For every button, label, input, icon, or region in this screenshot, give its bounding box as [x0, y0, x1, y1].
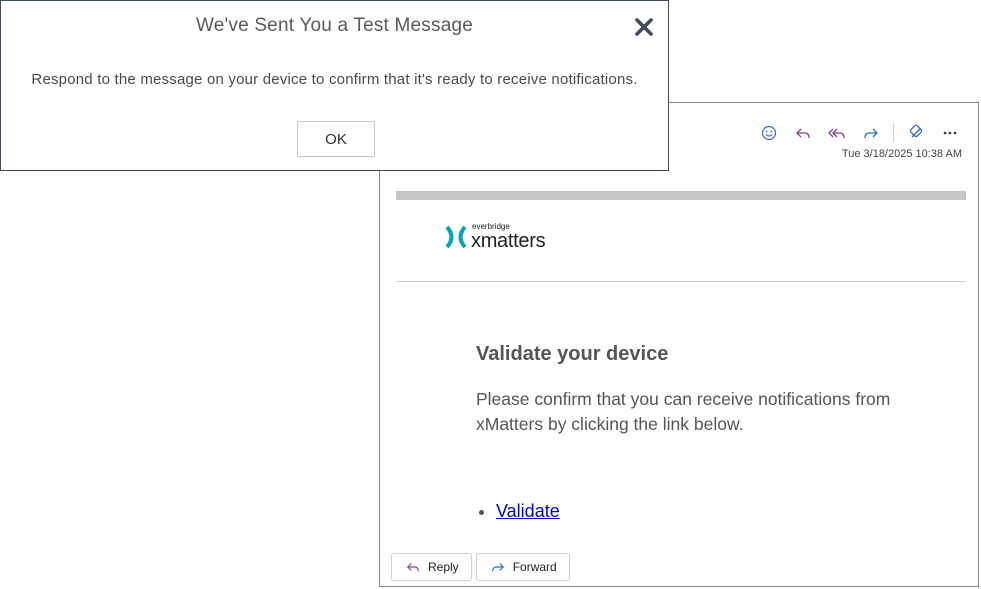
reply-label: Reply	[428, 560, 459, 574]
xmatters-logo: everbridge xmatters	[445, 223, 546, 252]
logo-big-text: xmatters	[471, 230, 546, 252]
ok-button[interactable]: OK	[297, 121, 375, 157]
xmatters-mark-icon	[445, 225, 467, 249]
forward-label: Forward	[512, 560, 557, 574]
email-heading: Validate your device	[476, 343, 669, 365]
reply-actions: Reply Forward	[391, 553, 570, 581]
email-body-text: Please confirm that you can receive noti…	[476, 389, 891, 434]
toolbar-divider	[893, 124, 894, 142]
emoji-icon[interactable]	[757, 121, 781, 145]
test-message-dialog: We've Sent You a Test Message Respond to…	[0, 0, 669, 171]
link-list: Validate	[470, 501, 560, 522]
reply-icon	[406, 563, 419, 572]
reply-button[interactable]: Reply	[391, 553, 472, 581]
dialog-message: Respond to the message on your device to…	[31, 71, 638, 88]
loop-icon[interactable]	[904, 121, 928, 145]
header-bar	[396, 191, 966, 200]
close-icon[interactable]	[634, 17, 654, 37]
divider	[396, 281, 966, 282]
email-reading-pane: Tue 3/18/2025 10:38 AM everbridge xmatte…	[379, 102, 979, 587]
validate-link[interactable]: Validate	[496, 501, 560, 521]
reply-all-icon[interactable]	[825, 121, 849, 145]
list-item: Validate	[496, 501, 560, 522]
email-timestamp: Tue 3/18/2025 10:38 AM	[841, 148, 962, 160]
dialog-title: We've Sent You a Test Message	[195, 15, 473, 36]
forward-icon[interactable]	[859, 121, 883, 145]
forward-icon	[491, 563, 504, 572]
reply-icon[interactable]	[791, 121, 815, 145]
forward-button[interactable]: Forward	[475, 553, 570, 581]
more-icon[interactable]	[938, 121, 962, 145]
email-toolbar	[757, 121, 962, 145]
